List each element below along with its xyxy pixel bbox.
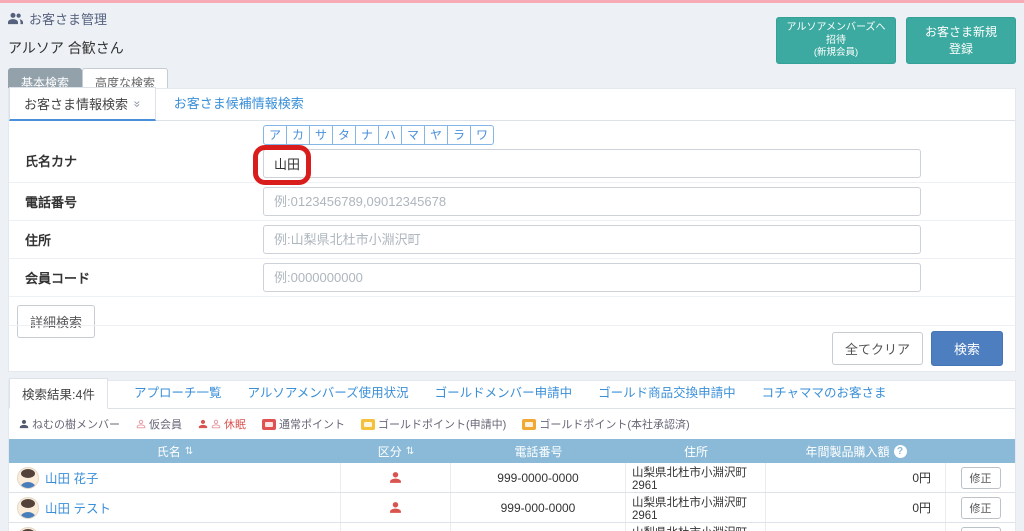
phone-cell: 999-000-0000 <box>451 493 626 522</box>
phone-cell: 999-1234-5678 <box>451 523 626 531</box>
invite-members-button[interactable]: アルソアメンバーズへ招待 (新規会員) <box>776 17 896 64</box>
sort-icon: ⇅ <box>406 446 414 457</box>
kana-button-ka[interactable]: カ <box>286 125 310 145</box>
help-icon[interactable]: ? <box>894 445 907 458</box>
legend-nemu-member: ねむの樹メンバー <box>19 416 120 432</box>
register-customer-button[interactable]: お客さま新規登録 <box>906 17 1016 64</box>
address-cell: 山梨県北杜市小淵沢町2961 <box>626 523 766 531</box>
legend-gold-point-approved: ゴールドポイント(本社承認済) <box>522 416 689 432</box>
kana-button-ma[interactable]: マ <box>401 125 425 145</box>
results-tabs: 検索結果:4件 アプローチ一覧 アルソアメンバーズ使用状況 ゴールドメンバー申請… <box>9 381 1015 409</box>
tab-search-results[interactable]: 検索結果:4件 <box>9 378 108 409</box>
member-code-input[interactable] <box>263 263 921 292</box>
kana-button-ta[interactable]: タ <box>332 125 356 145</box>
tab-approach-list[interactable]: アプローチ一覧 <box>134 382 222 408</box>
tab-kochamama-customers[interactable]: コチャママのお客さま <box>762 382 887 408</box>
tab-customer-info-search-label: お客さま情報検索 <box>24 94 128 113</box>
invite-members-sublabel: (新規会員) <box>785 47 887 59</box>
column-header-kubun[interactable]: 区分 ⇅ <box>341 439 451 463</box>
phone-input[interactable] <box>263 187 921 216</box>
form-row-phone: 電話番号 <box>9 183 1015 221</box>
field-label-member-code: 会員コード <box>17 268 263 287</box>
address-cell: 山梨県北杜市小淵沢町2961 <box>626 493 766 522</box>
form-row-member-code: 会員コード <box>9 259 1015 297</box>
table-row: 山田 太郎 999-1234-5678 山梨県北杜市小淵沢町2961 0円 修正 <box>9 523 1015 531</box>
customer-name-link[interactable]: 山田 花子 <box>45 468 98 487</box>
avatar <box>17 527 39 531</box>
chevron-down-icon: » <box>130 100 144 107</box>
edit-button[interactable]: 修正 <box>961 467 1001 489</box>
tab-gold-exchange-pending[interactable]: ゴールド商品交換申請中 <box>598 382 736 408</box>
avatar <box>17 497 39 519</box>
customer-name-link[interactable]: 山田 テスト <box>45 498 111 517</box>
legend-temp-member: 仮会員 <box>136 416 182 432</box>
kana-button-wa[interactable]: ワ <box>470 125 494 145</box>
form-row-address: 住所 <box>9 221 1015 259</box>
tab-gold-member-pending[interactable]: ゴールドメンバー申請中 <box>435 382 573 408</box>
normal-point-icon <box>262 419 276 430</box>
avatar <box>17 467 39 489</box>
temp-member-icon <box>136 419 146 429</box>
amount-cell: 0円 <box>766 463 946 492</box>
kana-button-ha[interactable]: ハ <box>378 125 402 145</box>
amount-cell: 0円 <box>766 523 946 531</box>
nemu-member-icon <box>19 419 29 429</box>
legend: ねむの樹メンバー 仮会員 休眠 通常ポイント ゴールドポイント(申請中) ゴール… <box>9 409 1015 439</box>
kana-button-ra[interactable]: ラ <box>447 125 471 145</box>
legend-dormant: 休眠 <box>198 416 246 432</box>
search-panel: お客さま情報検索 » お客さま候補情報検索 氏名カナ ア カ サ タ ナ ハ マ… <box>8 88 1016 372</box>
kana-button-na[interactable]: ナ <box>355 125 379 145</box>
column-header-phone: 電話番号 <box>451 439 626 463</box>
member-type-icon <box>389 471 402 484</box>
tab-members-usage[interactable]: アルソアメンバーズ使用状況 <box>247 382 408 408</box>
column-header-amount: 年間製品購入額 ? <box>766 439 946 463</box>
users-icon <box>8 12 23 25</box>
kana-button-ya[interactable]: ヤ <box>424 125 448 145</box>
results-panel: 検索結果:4件 アプローチ一覧 アルソアメンバーズ使用状況 ゴールドメンバー申請… <box>8 380 1016 531</box>
address-cell: 山梨県北杜市小淵沢町2961 <box>626 463 766 492</box>
dormant-temp-icon <box>211 419 221 429</box>
kana-button-a[interactable]: ア <box>263 125 287 145</box>
search-button[interactable]: 検索 <box>931 331 1003 366</box>
field-label-address: 住所 <box>17 230 263 249</box>
column-header-name[interactable]: 氏名 ⇅ <box>9 439 341 463</box>
page-title: お客さま管理 <box>29 9 107 28</box>
sort-icon: ⇅ <box>185 446 193 457</box>
phone-cell: 999-0000-0000 <box>451 463 626 492</box>
page-header: お客さま管理 アルソア 合歓さん アルソアメンバーズへ招待 (新規会員) お客さ… <box>0 3 1024 97</box>
tab-customer-info-search[interactable]: お客さま情報検索 » <box>9 87 156 121</box>
clear-all-button[interactable]: 全てクリア <box>832 332 923 365</box>
member-type-icon <box>389 501 402 514</box>
invite-members-label: アルソアメンバーズへ招待 <box>787 22 886 46</box>
dormant-member-icon <box>198 419 208 429</box>
column-header-edit <box>946 439 1015 463</box>
legend-normal-point: 通常ポイント <box>262 416 345 432</box>
gold-point-pending-icon <box>361 419 375 430</box>
address-input[interactable] <box>263 225 921 254</box>
kana-button-group: ア カ サ タ ナ ハ マ ヤ ラ ワ <box>263 125 921 145</box>
form-row-name-kana: 氏名カナ ア カ サ タ ナ ハ マ ヤ ラ ワ <box>9 121 1015 183</box>
field-label-name-kana: 氏名カナ <box>17 125 263 170</box>
legend-gold-point-pending: ゴールドポイント(申請中) <box>361 416 506 432</box>
amount-cell: 0円 <box>766 493 946 522</box>
table-row: 山田 テスト 999-000-0000 山梨県北杜市小淵沢町2961 0円 修正 <box>9 493 1015 523</box>
column-header-address: 住所 <box>626 439 766 463</box>
table-row: 山田 花子 999-0000-0000 山梨県北杜市小淵沢町2961 0円 修正 <box>9 463 1015 493</box>
search-panel-tabs: お客さま情報検索 » お客さま候補情報検索 <box>9 89 1015 121</box>
search-panel-footer: 全てクリア 検索 <box>9 325 1015 371</box>
name-kana-input[interactable] <box>263 149 921 178</box>
results-table: 氏名 ⇅ 区分 ⇅ 電話番号 住所 年間製品購入額 ? <box>9 439 1015 531</box>
kana-button-sa[interactable]: サ <box>309 125 333 145</box>
edit-button[interactable]: 修正 <box>961 527 1001 531</box>
table-header-row: 氏名 ⇅ 区分 ⇅ 電話番号 住所 年間製品購入額 ? <box>9 439 1015 463</box>
tab-candidate-info-search[interactable]: お客さま候補情報検索 <box>174 93 304 120</box>
edit-button[interactable]: 修正 <box>961 497 1001 519</box>
field-label-phone: 電話番号 <box>17 192 263 211</box>
gold-point-approved-icon <box>522 419 536 430</box>
